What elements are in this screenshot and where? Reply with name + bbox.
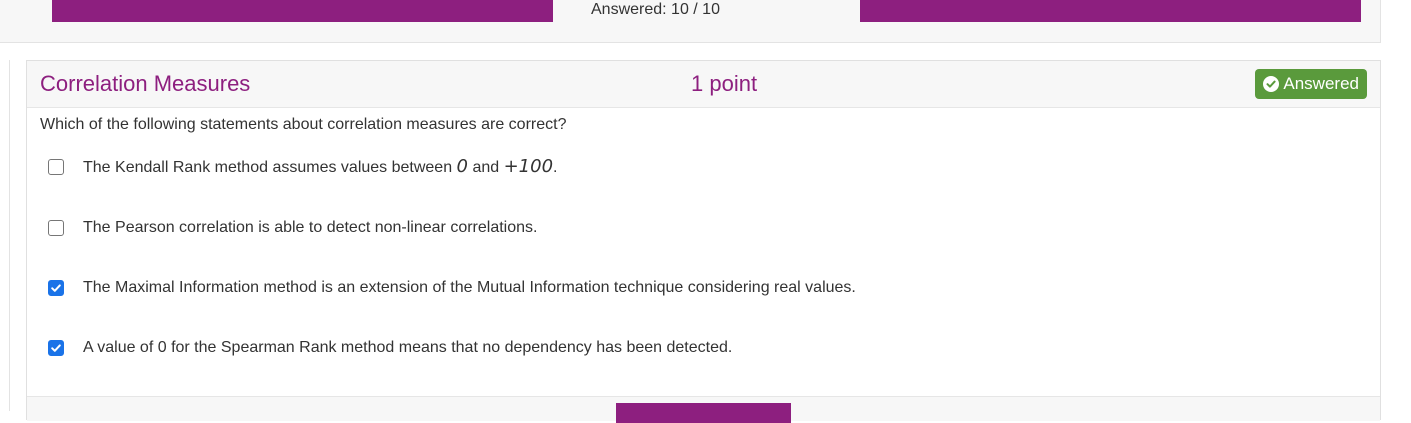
- option-checkbox[interactable]: [48, 280, 64, 296]
- quiz-progress-panel: Answered: 10 / 10: [0, 0, 1381, 43]
- option-pearson[interactable]: The Pearson correlation is able to detec…: [48, 216, 537, 240]
- answered-badge-label: Answered: [1283, 74, 1359, 93]
- left-gutter: [0, 60, 10, 411]
- check-circle-icon: [1263, 76, 1280, 92]
- option-text-after: .: [553, 158, 558, 176]
- answered-count: Answered: 10 / 10: [591, 1, 720, 18]
- option-checkbox[interactable]: [48, 340, 64, 356]
- option-spearman-rank[interactable]: A value of 0 for the Spearman Rank metho…: [48, 336, 732, 360]
- progress-bar-left: [52, 0, 553, 22]
- option-text-mid: and: [468, 158, 504, 176]
- option-maximal-information[interactable]: The Maximal Information method is an ext…: [48, 276, 856, 300]
- question-footer: [27, 396, 1380, 423]
- checkmark-icon: [51, 284, 61, 292]
- option-label: The Pearson correlation is able to detec…: [83, 219, 538, 236]
- option-checkbox[interactable]: [48, 220, 64, 236]
- option-checkbox[interactable]: [48, 159, 64, 175]
- progress-bar-right: [860, 0, 1361, 22]
- option-text-before: The Kendall Rank method assumes values b…: [83, 158, 457, 176]
- option-kendall-rank[interactable]: The Kendall Rank method assumes values b…: [48, 155, 558, 179]
- checkmark-icon: [51, 344, 61, 352]
- math-value-plus-hundred: +100: [503, 155, 554, 177]
- question-card: Correlation Measures 1 point Answered Wh…: [26, 60, 1381, 423]
- option-label: The Kendall Rank method assumes values b…: [83, 155, 558, 178]
- question-points: 1 point: [691, 71, 758, 96]
- question-title: Correlation Measures: [40, 71, 251, 96]
- answered-badge: Answered: [1255, 69, 1367, 99]
- question-prompt: Which of the following statements about …: [40, 116, 567, 133]
- option-label: A value of 0 for the Spearman Rank metho…: [83, 339, 733, 356]
- next-button[interactable]: [616, 403, 791, 423]
- question-header: Correlation Measures 1 point Answered: [27, 61, 1380, 108]
- math-value-zero: 0: [456, 155, 468, 177]
- option-label: The Maximal Information method is an ext…: [83, 279, 856, 296]
